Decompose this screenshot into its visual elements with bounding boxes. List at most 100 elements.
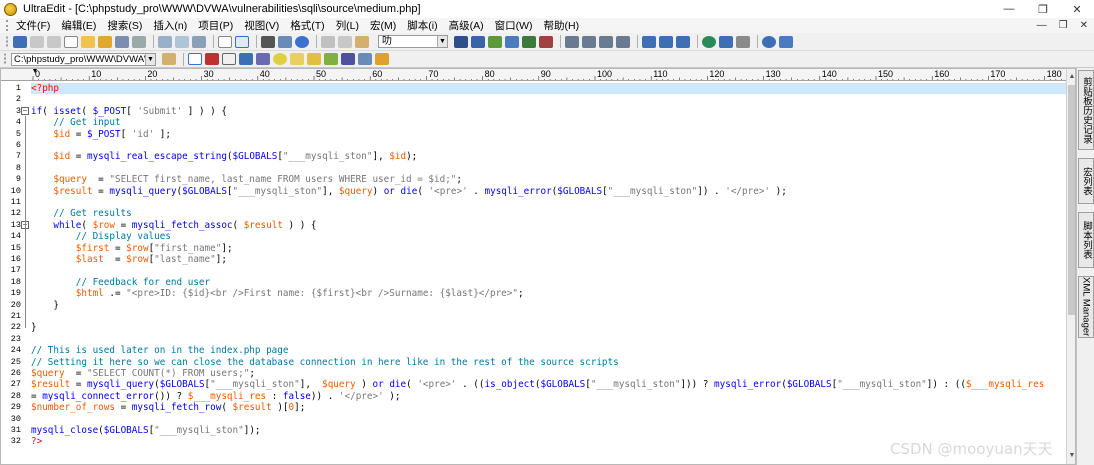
justify-icon[interactable]: [616, 35, 630, 48]
code-line[interactable]: $id = $_POST[ 'id' ];: [31, 129, 1066, 140]
new-file-icon[interactable]: [64, 35, 78, 48]
side-tab-macro-list[interactable]: 宏列表: [1078, 158, 1094, 204]
code-line[interactable]: $first = $row["first_name"];: [31, 243, 1066, 254]
editor-pane[interactable]: 0 10 20 30 40 50 60 70 80 90 100 110 120 130 140 150 160…: [0, 68, 1076, 465]
open-folder-icon[interactable]: [98, 35, 112, 48]
menu-search[interactable]: 搜索(S): [107, 18, 142, 33]
menu-insert[interactable]: 插入(n): [153, 18, 187, 33]
code-line[interactable]: [31, 334, 1066, 345]
code-text-area[interactable]: <?php if( isset( $_POST[ 'Submit' ] ) ) {…: [31, 81, 1066, 464]
code-line[interactable]: if( isset( $_POST[ 'Submit' ] ) ) {: [31, 106, 1066, 117]
forward-icon[interactable]: [47, 35, 61, 48]
code-line[interactable]: // Display values: [31, 231, 1066, 242]
side-tab-clipboard-history[interactable]: 剪贴板历史记录: [1078, 70, 1094, 150]
menu-window[interactable]: 窗口(W): [495, 18, 533, 33]
code-line[interactable]: $query = "SELECT COUNT(*) FROM users;";: [31, 368, 1066, 379]
find-replace-icon[interactable]: [505, 35, 519, 48]
tile-horizontal-icon[interactable]: [659, 35, 673, 48]
tag-list-icon[interactable]: [539, 35, 553, 48]
hex-edit-icon[interactable]: [218, 35, 232, 48]
grip-icon[interactable]: [6, 35, 10, 48]
menu-advanced[interactable]: 高级(A): [449, 18, 484, 33]
code-line[interactable]: $result = mysqli_query($GLOBALS["___mysq…: [31, 379, 1066, 390]
restore-button[interactable]: ❐: [1026, 0, 1060, 18]
code-line[interactable]: // Get input: [31, 117, 1066, 128]
find-in-files-icon[interactable]: [454, 35, 468, 48]
scrollbar-thumb[interactable]: [1068, 85, 1075, 315]
scroll-up-icon[interactable]: ▲: [1067, 71, 1075, 83]
align-center-icon[interactable]: [582, 35, 596, 48]
find-icon[interactable]: [278, 35, 292, 48]
php-search-icon[interactable]: [256, 53, 270, 65]
news-search-icon[interactable]: [324, 53, 338, 65]
code-line[interactable]: $result = mysqli_query($GLOBALS["___mysq…: [31, 186, 1066, 197]
code-line[interactable]: }: [31, 322, 1066, 333]
project-icon[interactable]: [13, 35, 27, 48]
doc-restore-button[interactable]: ❐: [1059, 20, 1068, 31]
word-wrap-icon[interactable]: [235, 35, 249, 48]
code-line[interactable]: // Get results: [31, 208, 1066, 219]
menu-view[interactable]: 视图(V): [244, 18, 279, 33]
code-line[interactable]: [31, 94, 1066, 105]
google-search-icon[interactable]: [188, 53, 202, 65]
tile-vertical-icon[interactable]: [676, 35, 690, 48]
code-line[interactable]: // This is used later on in the index.ph…: [31, 345, 1066, 356]
cut-icon[interactable]: [321, 35, 335, 48]
code-line[interactable]: $query = "SELECT first_name, last_name F…: [31, 174, 1066, 185]
code-line[interactable]: [31, 265, 1066, 276]
print-setup-icon[interactable]: [192, 35, 206, 48]
code-line[interactable]: $number_of_rows = mysqli_fetch_row( $res…: [31, 402, 1066, 413]
vertical-scrollbar[interactable]: ▲ ▼: [1066, 69, 1075, 464]
split-window-icon[interactable]: [642, 35, 656, 48]
print-icon[interactable]: [158, 35, 172, 48]
code-line[interactable]: <?php: [31, 83, 1066, 95]
yahoo-search-icon[interactable]: [205, 53, 219, 65]
menu-macro[interactable]: 宏(M): [370, 18, 396, 33]
doc-minimize-button[interactable]: —: [1037, 20, 1047, 31]
file-path-select[interactable]: C:\phpstudy_pro\WWW\DVWA\vu ▼: [11, 52, 156, 66]
side-tab-xml-manager[interactable]: XML Manager: [1078, 276, 1094, 338]
doc-close-button[interactable]: ✕: [1080, 20, 1088, 31]
menu-help[interactable]: 帮助(H): [544, 18, 580, 33]
menu-grip-handle[interactable]: [6, 20, 10, 31]
link-icon[interactable]: [358, 53, 372, 65]
print-preview-icon[interactable]: [175, 35, 189, 48]
fold-toggle-icon[interactable]: −: [21, 107, 29, 116]
align-left-icon[interactable]: [565, 35, 579, 48]
menu-script[interactable]: 脚本(i): [407, 18, 437, 33]
scroll-down-icon[interactable]: ▼: [1067, 450, 1075, 462]
code-line[interactable]: }: [31, 300, 1066, 311]
help-icon[interactable]: [779, 35, 793, 48]
ultraedit-app-icon[interactable]: [4, 2, 17, 16]
js-search-icon[interactable]: [307, 53, 321, 65]
open-file-icon[interactable]: [81, 35, 95, 48]
info-icon[interactable]: [762, 35, 776, 48]
custom-search-icon[interactable]: [375, 53, 389, 65]
grip-icon[interactable]: [4, 53, 8, 65]
back-icon[interactable]: [30, 35, 44, 48]
chevron-down-icon[interactable]: ▼: [437, 36, 447, 47]
code-line[interactable]: mysqli_close($GLOBALS["___mysqli_ston"])…: [31, 425, 1066, 436]
code-line[interactable]: while( $row = mysqli_fetch_assoc( $resul…: [31, 220, 1066, 231]
close-file-icon[interactable]: [132, 35, 146, 48]
font-select[interactable]: 叻 ▼: [378, 35, 448, 48]
code-line[interactable]: // Feedback for end user: [31, 277, 1066, 288]
browser-icon[interactable]: [295, 35, 309, 48]
menu-column[interactable]: 列(L): [336, 18, 359, 33]
open-path-icon[interactable]: [162, 53, 176, 65]
align-right-icon[interactable]: [599, 35, 613, 48]
code-line[interactable]: = mysqli_connect_error()) ? $___mysqli_r…: [31, 391, 1066, 402]
chevron-down-icon[interactable]: ▼: [145, 53, 155, 65]
code-line[interactable]: $last = $row["last_name"];: [31, 254, 1066, 265]
dictionary-search-icon[interactable]: [341, 53, 355, 65]
minimize-button[interactable]: —: [992, 0, 1026, 18]
compare-icon[interactable]: [719, 35, 733, 48]
macro-icon[interactable]: [736, 35, 750, 48]
wikipedia-search-icon[interactable]: [222, 53, 236, 65]
paste-icon[interactable]: [355, 35, 369, 48]
close-button[interactable]: ✕: [1060, 0, 1094, 18]
code-line[interactable]: $html .= "<pre>ID: {$id}<br />First name…: [31, 288, 1066, 299]
tip-icon[interactable]: [273, 53, 287, 65]
menu-format[interactable]: 格式(T): [290, 18, 324, 33]
spell-check-icon[interactable]: [488, 35, 502, 48]
